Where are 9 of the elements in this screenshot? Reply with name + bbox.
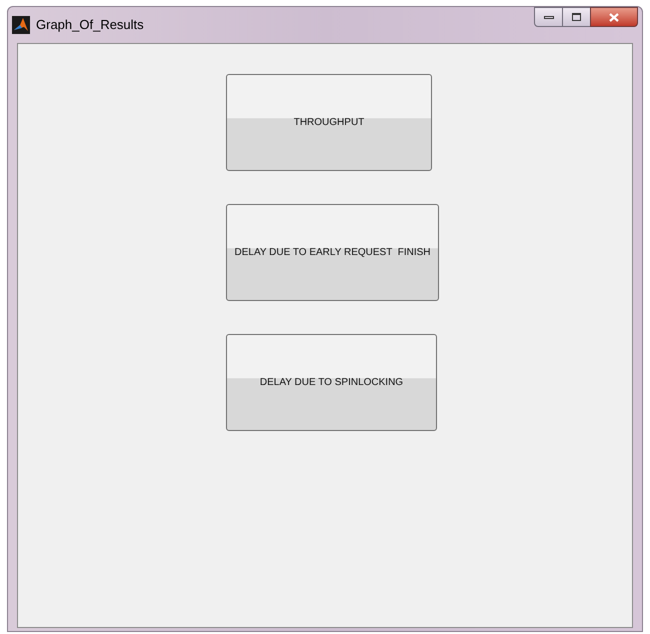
minimize-button[interactable] bbox=[534, 7, 563, 27]
close-button[interactable] bbox=[590, 7, 638, 27]
close-icon bbox=[609, 12, 619, 22]
app-logo-icon bbox=[12, 16, 30, 34]
window-title: Graph_Of_Results bbox=[36, 16, 144, 34]
action-button[interactable]: THROUGHPUT bbox=[226, 74, 432, 171]
maximize-button[interactable] bbox=[563, 7, 590, 27]
action-button[interactable]: DELAY DUE TO SPINLOCKING bbox=[226, 334, 437, 431]
action-button[interactable]: DELAY DUE TO EARLY REQUEST FINISH bbox=[226, 204, 439, 301]
